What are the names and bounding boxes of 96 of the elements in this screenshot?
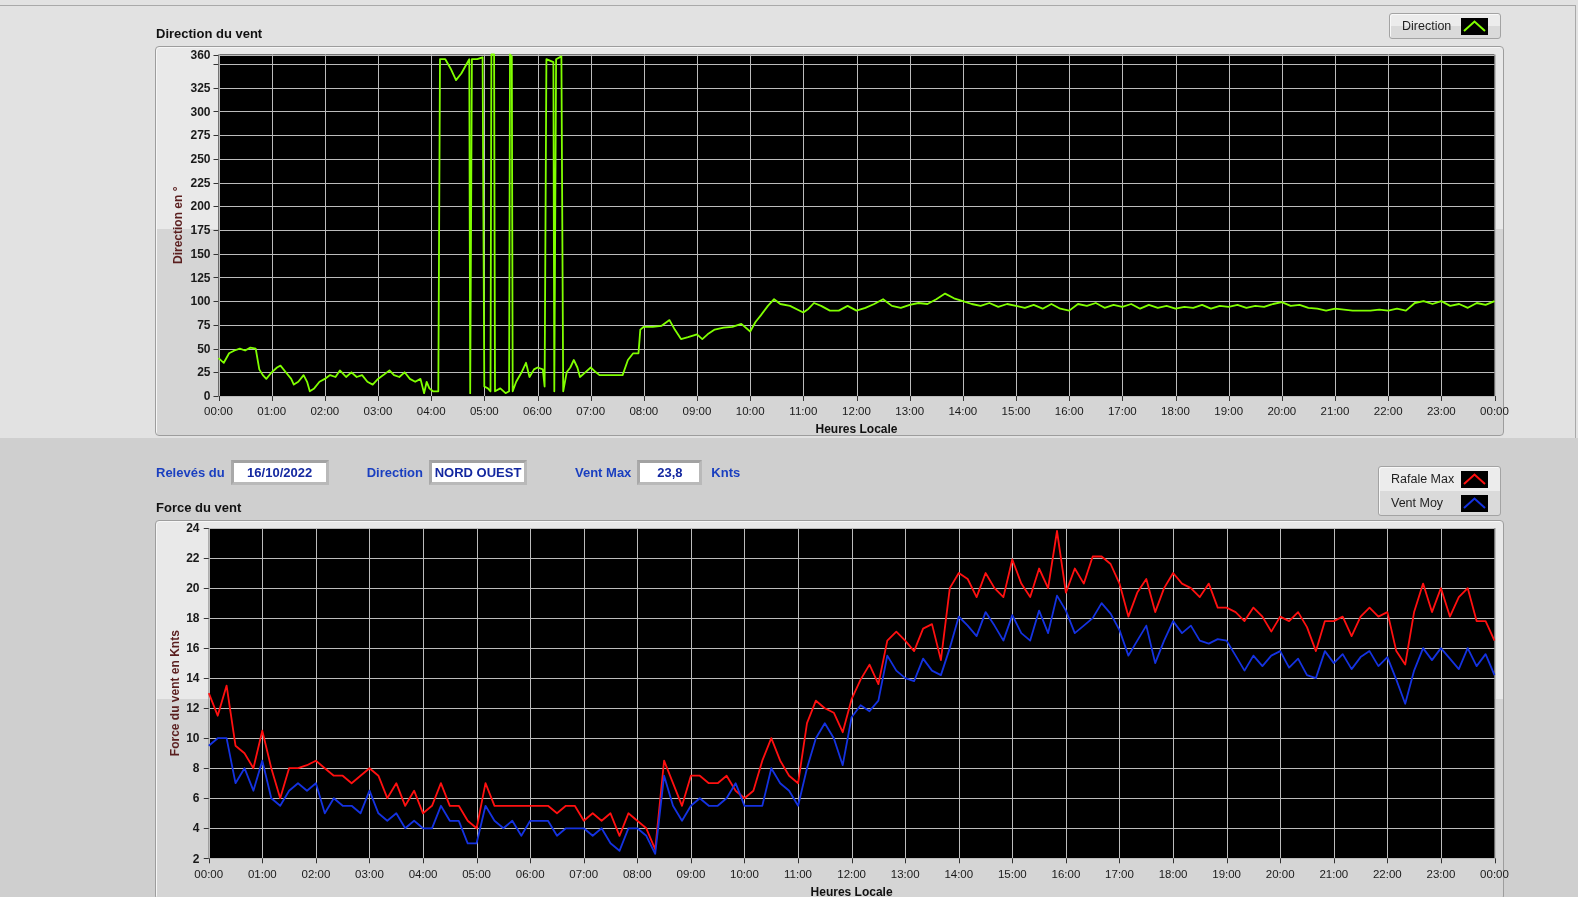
x-tick-label: 10:00 xyxy=(730,867,759,880)
y-tick-label: 225 xyxy=(190,175,211,190)
y-tick-label: 125 xyxy=(190,270,211,285)
chart-title: Force du vent xyxy=(156,500,242,515)
x-tick-label: 15:00 xyxy=(1001,404,1031,417)
x-tick-label: 06:00 xyxy=(515,867,545,880)
line-swatch-icon xyxy=(1461,17,1488,35)
field-label: Direction xyxy=(366,465,423,480)
x-axis-title: Heures Locale xyxy=(815,422,898,436)
x-tick-label: 14:00 xyxy=(948,404,978,417)
x-tick-label: 17:00 xyxy=(1105,867,1134,880)
x-tick-label: 07:00 xyxy=(576,404,606,417)
x-tick-label: 00:00 xyxy=(194,867,224,880)
x-axis-title: Heures Locale xyxy=(810,884,893,897)
legend-label: Rafale Max xyxy=(1391,472,1455,486)
y-tick-label: 14 xyxy=(186,671,200,686)
value-field: 23,8 xyxy=(637,460,703,485)
x-tick-label: 03:00 xyxy=(363,404,393,417)
x-tick-label: 23:00 xyxy=(1426,867,1456,880)
x-tick-label: 00:00 xyxy=(204,404,233,417)
y-tick-label: 150 xyxy=(190,246,211,261)
y-tick-label: 75 xyxy=(197,318,211,333)
x-tick-label: 04:00 xyxy=(416,404,446,417)
x-tick-label: 12:00 xyxy=(837,867,866,880)
x-tick-label: 06:00 xyxy=(523,404,552,417)
x-tick-label: 00:00 xyxy=(1480,404,1509,417)
x-tick-label: 20:00 xyxy=(1265,867,1295,880)
x-tick-label: 11:00 xyxy=(789,404,818,417)
y-tick-label: 175 xyxy=(190,223,211,238)
y-tick-label: 16 xyxy=(186,641,200,656)
x-tick-label: 00:00 xyxy=(1480,867,1509,880)
x-tick-label: 09:00 xyxy=(676,867,706,880)
x-tick-label: 15:00 xyxy=(997,867,1027,880)
x-tick-label: 20:00 xyxy=(1267,404,1297,417)
x-tick-label: 10:00 xyxy=(735,404,765,417)
y-tick-label: 25 xyxy=(197,365,211,380)
y-tick-label: 50 xyxy=(197,341,211,356)
x-tick-label: 08:00 xyxy=(622,867,652,880)
field-label: Relevés du xyxy=(156,465,225,480)
x-tick-label: 13:00 xyxy=(895,404,925,417)
x-tick-label: 22:00 xyxy=(1373,404,1403,417)
x-tick-label: 01:00 xyxy=(247,867,277,880)
x-tick-label: 13:00 xyxy=(890,867,920,880)
value-field: NORD OUEST xyxy=(429,460,527,485)
x-tick-label: 09:00 xyxy=(682,404,712,417)
x-tick-label: 02:00 xyxy=(301,867,331,880)
chart-title: Direction du vent xyxy=(156,26,263,41)
legend-label: Direction xyxy=(1402,19,1452,33)
y-tick-label: 12 xyxy=(186,701,200,716)
y-tick-label: 360 xyxy=(190,47,211,62)
y-tick-label: 20 xyxy=(186,581,200,596)
x-tick-label: 05:00 xyxy=(462,867,491,880)
legend-label: Vent Moy xyxy=(1391,496,1444,510)
unit-label: Knts xyxy=(711,465,741,480)
x-tick-label: 21:00 xyxy=(1319,867,1349,880)
y-tick-label: 4 xyxy=(192,821,200,836)
line-swatch-icon xyxy=(1461,470,1488,488)
y-tick-label: 22 xyxy=(186,551,200,566)
x-tick-label: 14:00 xyxy=(944,867,974,880)
line-swatch-icon xyxy=(1461,494,1488,512)
x-tick-label: 05:00 xyxy=(469,404,499,417)
y-tick-label: 100 xyxy=(190,294,211,309)
y-tick-label: 2 xyxy=(192,851,200,866)
x-tick-label: 12:00 xyxy=(842,404,871,417)
x-tick-label: 04:00 xyxy=(408,867,438,880)
x-tick-label: 11:00 xyxy=(784,867,812,880)
field-label: Vent Max xyxy=(575,465,632,480)
y-tick-label: 275 xyxy=(190,128,211,143)
y-tick-label: 300 xyxy=(190,104,211,119)
x-tick-label: 03:00 xyxy=(355,867,384,880)
y-tick-label: 250 xyxy=(190,152,211,167)
y-axis-title: Direction en ° xyxy=(171,186,185,264)
y-tick-label: 24 xyxy=(186,521,200,536)
x-tick-label: 23:00 xyxy=(1426,404,1456,417)
x-tick-label: 17:00 xyxy=(1107,404,1137,417)
x-tick-label: 01:00 xyxy=(257,404,287,417)
x-tick-label: 18:00 xyxy=(1161,404,1190,417)
x-tick-label: 08:00 xyxy=(629,404,659,417)
x-tick-label: 19:00 xyxy=(1214,404,1244,417)
y-axis-title: Force du vent en Knts xyxy=(168,630,182,757)
x-tick-label: 18:00 xyxy=(1158,867,1188,880)
x-tick-label: 07:00 xyxy=(569,867,599,880)
x-tick-label: 19:00 xyxy=(1212,867,1242,880)
x-tick-label: 22:00 xyxy=(1372,867,1402,880)
x-tick-label: 02:00 xyxy=(310,404,340,417)
y-tick-label: 0 xyxy=(203,389,211,404)
x-tick-label: 16:00 xyxy=(1054,404,1084,417)
y-tick-label: 18 xyxy=(186,611,200,626)
y-tick-label: 10 xyxy=(186,731,200,746)
y-tick-label: 8 xyxy=(192,761,200,776)
y-tick-label: 6 xyxy=(192,791,200,806)
y-tick-label: 325 xyxy=(190,80,211,95)
value-field: 16/10/2022 xyxy=(230,460,329,485)
y-tick-label: 200 xyxy=(190,199,211,214)
x-tick-label: 21:00 xyxy=(1320,404,1350,417)
x-tick-label: 16:00 xyxy=(1051,867,1081,880)
